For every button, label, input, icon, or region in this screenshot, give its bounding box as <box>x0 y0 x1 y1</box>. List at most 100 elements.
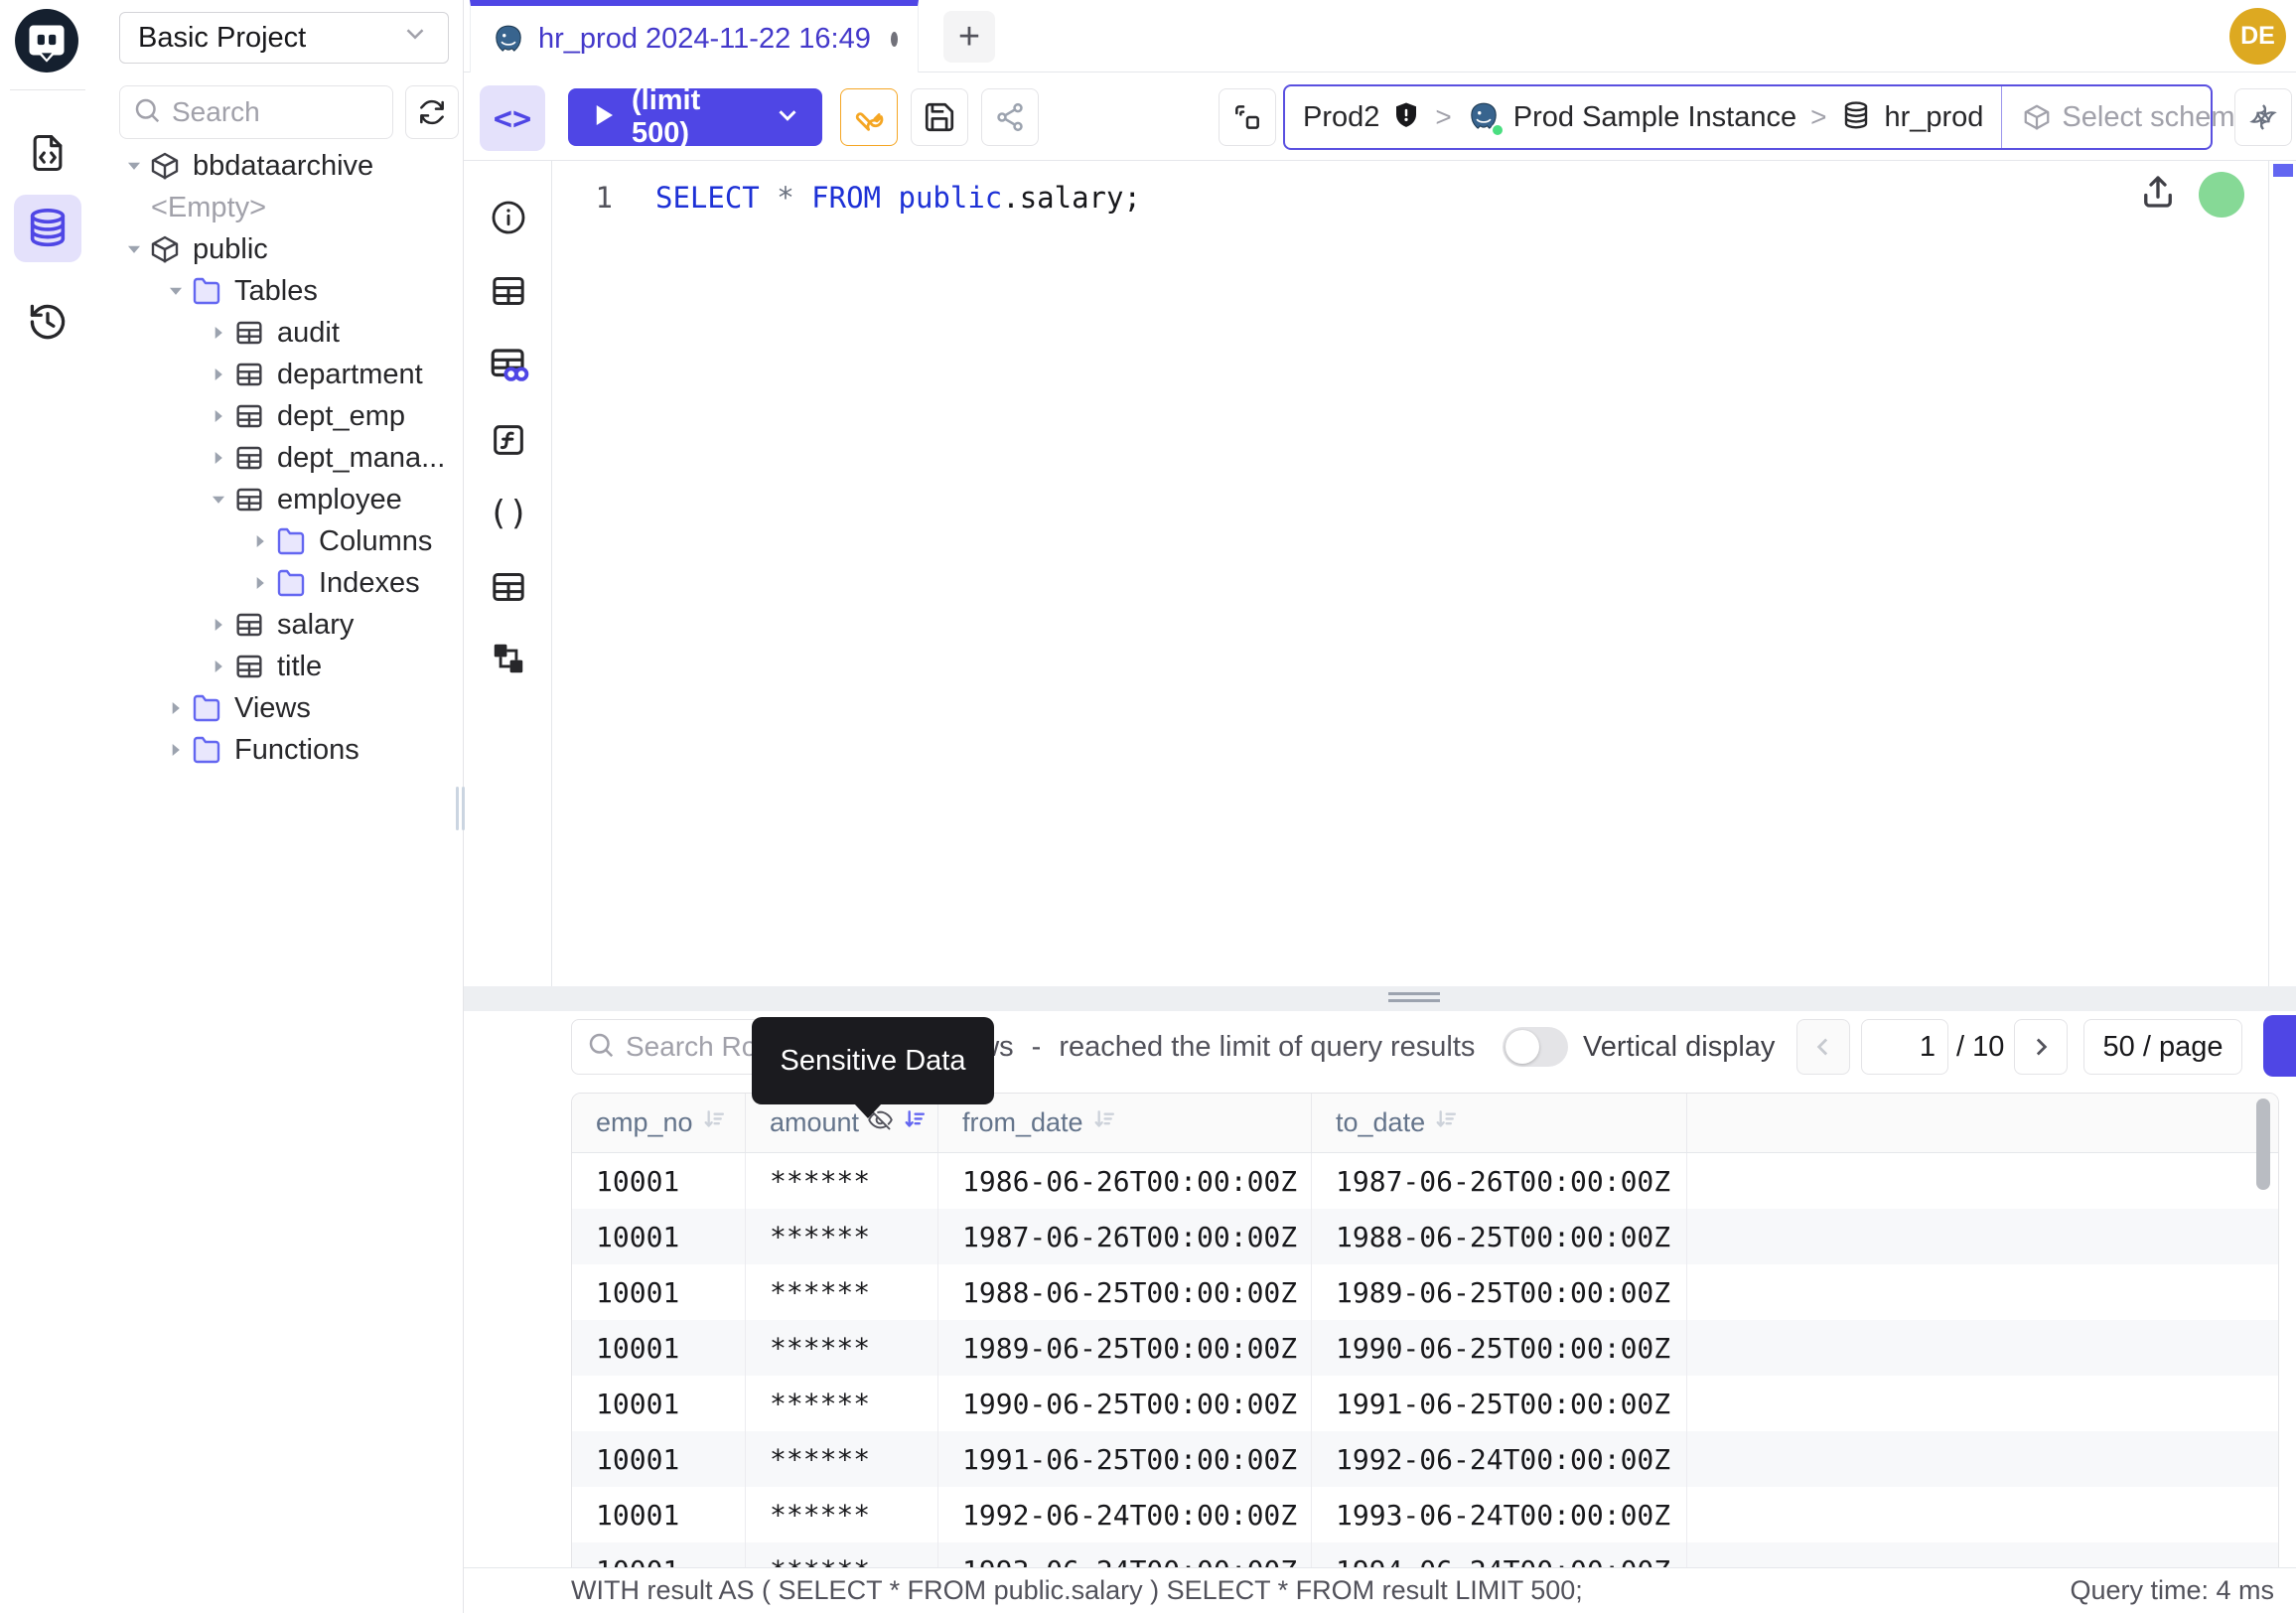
project-select[interactable]: Basic Project <box>119 12 449 64</box>
table-cell[interactable] <box>1687 1376 2278 1431</box>
table-cell[interactable]: 10001 <box>572 1320 746 1376</box>
table-row[interactable]: 10001******1988-06-25T00:00:00Z1989-06-2… <box>572 1264 2278 1320</box>
parameters-icon[interactable]: () <box>486 491 531 536</box>
caret-right-icon[interactable] <box>204 405 233 427</box>
table-cell[interactable]: 10001 <box>572 1209 746 1264</box>
column-header-emp_no[interactable]: emp_no <box>572 1094 746 1152</box>
table-row[interactable]: 10001******1989-06-25T00:00:00Z1990-06-2… <box>572 1320 2278 1376</box>
table-cell[interactable]: ****** <box>746 1264 938 1320</box>
table-cell[interactable]: ****** <box>746 1431 938 1487</box>
panel-resize-handle[interactable] <box>464 986 2296 1011</box>
vertical-display-toggle[interactable] <box>1503 1027 1568 1067</box>
tree-item-bbdataarchive[interactable]: bbdataarchive <box>95 145 464 187</box>
table-cell[interactable]: 1991-06-25T00:00:00Z <box>1312 1376 1687 1431</box>
tree-item-department[interactable]: department <box>95 354 464 395</box>
table-cell[interactable]: 10001 <box>572 1431 746 1487</box>
caret-down-icon[interactable] <box>204 489 233 511</box>
select-schema-button[interactable]: Select schema <box>2001 86 2270 148</box>
sort-icon[interactable] <box>1433 1106 1459 1139</box>
table-cell[interactable]: 1990-06-25T00:00:00Z <box>938 1376 1312 1431</box>
ai-assistant-button[interactable] <box>2234 88 2292 146</box>
info-icon[interactable] <box>486 195 531 240</box>
caret-right-icon[interactable] <box>204 447 233 469</box>
table-cell[interactable]: 10001 <box>572 1487 746 1542</box>
history-icon[interactable] <box>14 288 81 356</box>
table-cell[interactable] <box>1687 1264 2278 1320</box>
tab-hr-prod[interactable]: hr_prod 2024-11-22 16:49 <box>470 0 919 73</box>
table-cell[interactable] <box>1687 1487 2278 1542</box>
page-size-select[interactable]: 50 / page <box>2083 1019 2242 1075</box>
sort-icon[interactable] <box>1091 1106 1117 1139</box>
sort-icon[interactable] <box>902 1106 928 1139</box>
connection-breadcrumb[interactable]: Prod2 > Prod Sample Instance > hr_prod S… <box>1283 84 2213 150</box>
table-cell[interactable]: 1986-06-26T00:00:00Z <box>938 1153 1312 1209</box>
tree-item-employee[interactable]: employee <box>95 479 464 520</box>
caret-right-icon[interactable] <box>161 697 191 719</box>
tree-item-dept-emp[interactable]: dept_emp <box>95 395 464 437</box>
table-cell[interactable]: 1988-06-25T00:00:00Z <box>938 1264 1312 1320</box>
tree-item-columns[interactable]: Columns <box>95 520 464 562</box>
caret-right-icon[interactable] <box>245 530 275 552</box>
caret-right-icon[interactable] <box>161 739 191 761</box>
export-button[interactable] <box>2263 1015 2296 1077</box>
function-icon[interactable] <box>486 417 531 463</box>
tree-item-public[interactable]: public <box>95 228 464 270</box>
table-cell[interactable]: 1987-06-26T00:00:00Z <box>1312 1153 1687 1209</box>
caret-right-icon[interactable] <box>245 572 275 594</box>
sort-icon[interactable] <box>701 1106 727 1139</box>
sidebar-search-input[interactable] <box>172 96 360 128</box>
sql-code-line[interactable]: SELECT * FROM public.salary; <box>655 181 1141 215</box>
tree-item-tables[interactable]: Tables <box>95 270 464 312</box>
caret-down-icon[interactable] <box>161 280 191 302</box>
table-cell[interactable] <box>1687 1431 2278 1487</box>
column-header-to_date[interactable]: to_date <box>1312 1094 1687 1152</box>
tree-item-views[interactable]: Views <box>95 687 464 729</box>
table-row[interactable]: 10001******1987-06-26T00:00:00Z1988-06-2… <box>572 1209 2278 1264</box>
table-cell[interactable] <box>1687 1153 2278 1209</box>
table-row[interactable]: 10001******1986-06-26T00:00:00Z1987-06-2… <box>572 1153 2278 1209</box>
caret-right-icon[interactable] <box>204 614 233 636</box>
table-row[interactable]: 10001******1992-06-24T00:00:00Z1993-06-2… <box>572 1487 2278 1542</box>
add-tab-button[interactable]: + <box>943 11 995 63</box>
table-scrollbar-thumb[interactable] <box>2256 1099 2270 1190</box>
save-button[interactable] <box>911 88 968 146</box>
tree-item-dept-mana-[interactable]: dept_mana... <box>95 437 464 479</box>
table-cell[interactable]: ****** <box>746 1487 938 1542</box>
table-cell[interactable]: ****** <box>746 1209 938 1264</box>
column-header-from_date[interactable]: from_date <box>938 1094 1312 1152</box>
bytebase-logo-icon[interactable] <box>14 8 79 73</box>
table-cell[interactable]: 1992-06-24T00:00:00Z <box>1312 1431 1687 1487</box>
tree-item-indexes[interactable]: Indexes <box>95 562 464 604</box>
table-grid-icon[interactable] <box>486 564 531 610</box>
tree-item-functions[interactable]: Functions <box>95 729 464 771</box>
table-cell[interactable] <box>1687 1320 2278 1376</box>
table-cell[interactable] <box>1687 1209 2278 1264</box>
caret-right-icon[interactable] <box>204 322 233 344</box>
table-info-icon[interactable] <box>486 268 531 314</box>
code-mode-toggle[interactable]: <> <box>480 85 545 151</box>
table-row[interactable]: 10001******1991-06-25T00:00:00Z1992-06-2… <box>572 1431 2278 1487</box>
user-avatar[interactable]: DE <box>2229 8 2286 65</box>
table-cell[interactable]: ****** <box>746 1320 938 1376</box>
tree-item--empty-[interactable]: <Empty> <box>95 187 464 228</box>
refresh-button[interactable] <box>405 85 459 139</box>
schema-diagram-icon[interactable] <box>486 636 531 681</box>
table-cell[interactable]: 1989-06-25T00:00:00Z <box>938 1320 1312 1376</box>
table-cell[interactable]: 1989-06-25T00:00:00Z <box>1312 1264 1687 1320</box>
run-options-chevron-icon[interactable] <box>773 100 802 135</box>
caret-right-icon[interactable] <box>204 364 233 385</box>
table-cell[interactable]: ****** <box>746 1153 938 1209</box>
caret-down-icon[interactable] <box>119 155 149 177</box>
admin-wrench-button[interactable] <box>840 88 898 146</box>
table-cell[interactable]: 1987-06-26T00:00:00Z <box>938 1209 1312 1264</box>
run-query-button[interactable]: (limit 500) <box>568 88 822 146</box>
sensitive-table-icon[interactable] <box>486 342 531 387</box>
table-cell[interactable]: 1993-06-24T00:00:00Z <box>1312 1487 1687 1542</box>
sql-editor[interactable]: () 1 SELECT * FROM public.salary; <box>464 161 2296 986</box>
page-number-input[interactable] <box>1861 1019 1948 1075</box>
table-row[interactable]: 10001******1990-06-25T00:00:00Z1991-06-2… <box>572 1376 2278 1431</box>
next-page-button[interactable] <box>2014 1019 2068 1075</box>
table-cell[interactable]: 1992-06-24T00:00:00Z <box>938 1487 1312 1542</box>
prev-page-button[interactable] <box>1796 1019 1850 1075</box>
tree-item-title[interactable]: title <box>95 646 464 687</box>
